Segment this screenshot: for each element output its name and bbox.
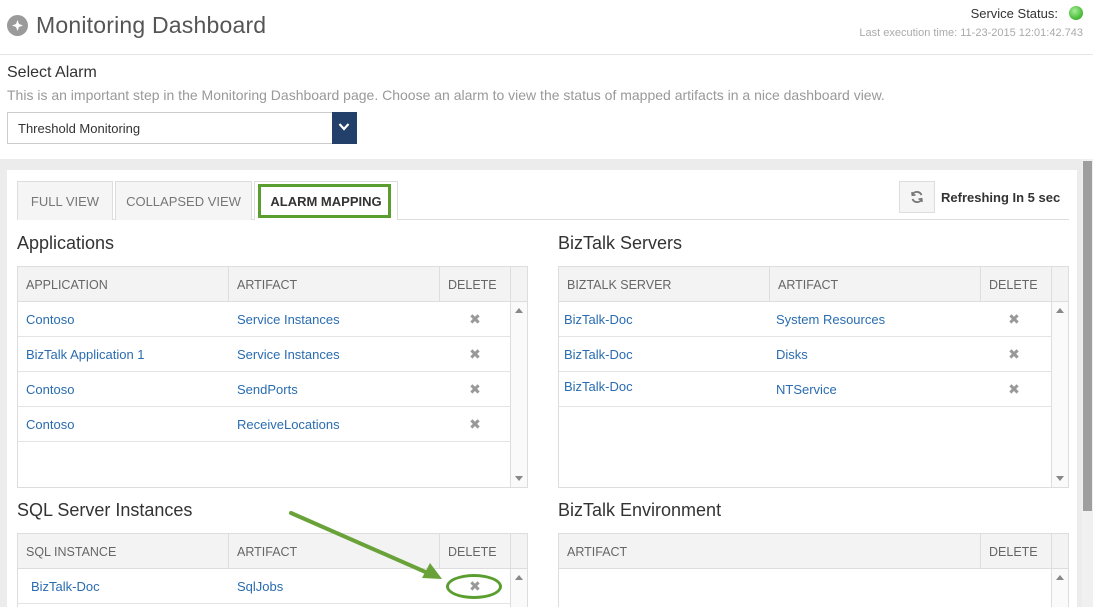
scroll-down-icon[interactable] [515,476,523,481]
app-logo-icon [7,15,28,36]
table-row: BizTalk-Doc NTService ✖ [559,372,1052,407]
column-header-artifact[interactable]: ARTIFACT [229,267,440,302]
application-link[interactable]: Contoso [18,302,74,337]
page-scrollbar-thumb[interactable] [1083,161,1092,511]
applications-grid-scrollbar[interactable] [510,302,527,487]
server-link[interactable]: BizTalk-Doc [556,302,633,337]
artifact-link[interactable]: Disks [768,337,808,372]
artifact-link[interactable]: Service Instances [229,337,340,372]
artifact-link[interactable]: SendPorts [229,372,298,407]
server-link[interactable]: BizTalk-Doc [556,337,633,372]
table-row: Contoso Service Instances ✖ [18,302,511,337]
table-row: Contoso SendPorts ✖ [18,372,511,407]
delete-icon[interactable]: ✖ [979,372,1049,407]
biztalk-environment-grid-header: ARTIFACT DELETE [559,534,1068,569]
biztalk-environment-grid-scrollbar[interactable] [1051,569,1068,607]
sql-instances-grid-scrollbar[interactable] [510,569,527,607]
page-header: Monitoring Dashboard Service Status: Las… [0,0,1093,55]
scroll-down-icon[interactable] [1056,476,1064,481]
artifact-link[interactable]: Service Instances [229,302,340,337]
last-execution-time: Last execution time: 11-23-2015 12:01:42… [859,27,1083,39]
sql-instances-grid-header: SQL INSTANCE ARTIFACT DELETE [18,534,527,569]
applications-grid: APPLICATION ARTIFACT DELETE Contoso Serv… [17,266,528,488]
sql-instance-link[interactable]: BizTalk-Doc [23,569,100,604]
application-link[interactable]: Contoso [18,372,74,407]
delete-icon[interactable]: ✖ [440,372,510,407]
delete-icon[interactable]: ✖ [979,337,1049,372]
tab-full-view[interactable]: FULL VIEW [17,181,113,220]
applications-grid-header: APPLICATION ARTIFACT DELETE [18,267,527,302]
tab-highlight-annotation [258,184,391,218]
sql-instances-title: SQL Server Instances [17,500,193,520]
table-row: BizTalk Application 1 Service Instances … [18,337,511,372]
page-title: Monitoring Dashboard [36,12,267,38]
service-status-label: Service Status: [970,6,1058,21]
biztalk-servers-grid-scrollbar[interactable] [1051,302,1068,487]
scroll-up-icon[interactable] [1056,308,1064,313]
applications-title: Applications [17,233,115,253]
refresh-button[interactable] [899,181,935,213]
scroll-up-icon[interactable] [1056,575,1064,580]
dropdown-toggle-button[interactable] [332,112,357,144]
column-header-delete: DELETE [981,267,1052,302]
column-header-delete: DELETE [440,534,511,569]
table-row: BizTalk-Doc SqlJobs ✖ [18,569,511,604]
refresh-countdown: Refreshing In 5 sec [941,190,1061,205]
sql-instances-grid: SQL INSTANCE ARTIFACT DELETE BizTalk-Doc… [17,533,528,607]
delete-highlight-annotation [446,574,502,599]
service-status-indicator-icon [1069,6,1083,20]
artifact-link[interactable]: SqlJobs [229,569,283,604]
column-header-sql-instance[interactable]: SQL INSTANCE [18,534,229,569]
select-alarm-heading: Select Alarm [7,64,97,81]
artifact-link[interactable]: ReceiveLocations [229,407,340,442]
application-link[interactable]: Contoso [18,407,74,442]
biztalk-servers-grid: BIZTALK SERVER ARTIFACT DELETE BizTalk-D… [558,266,1069,488]
delete-icon[interactable]: ✖ [440,407,510,442]
alarm-select-value: Threshold Monitoring [18,121,141,136]
column-header-artifact[interactable]: ARTIFACT [559,534,981,569]
refresh-icon [911,191,923,203]
scroll-up-icon[interactable] [515,308,523,313]
biztalk-environment-grid: ARTIFACT DELETE [558,533,1069,607]
column-header-biztalk-server[interactable]: BIZTALK SERVER [559,267,770,302]
chevron-down-icon [338,123,350,131]
column-header-artifact[interactable]: ARTIFACT [770,267,981,302]
artifact-link[interactable]: NTService [768,372,837,407]
column-header-application[interactable]: APPLICATION [18,267,229,302]
application-link[interactable]: BizTalk Application 1 [18,337,145,372]
delete-icon[interactable]: ✖ [979,302,1049,337]
server-link[interactable]: BizTalk-Doc [556,369,633,404]
table-row: Contoso ReceiveLocations ✖ [18,407,511,442]
table-row: BizTalk-Doc Disks ✖ [559,337,1052,372]
biztalk-servers-title: BizTalk Servers [558,233,683,253]
column-header-delete: DELETE [440,267,511,302]
scroll-up-icon[interactable] [515,575,523,580]
biztalk-servers-grid-header: BIZTALK SERVER ARTIFACT DELETE [559,267,1068,302]
delete-icon[interactable]: ✖ [440,302,510,337]
delete-icon[interactable]: ✖ [440,337,510,372]
column-header-artifact[interactable]: ARTIFACT [229,534,440,569]
page-scrollbar[interactable] [1082,159,1093,607]
tab-collapsed-view[interactable]: COLLAPSED VIEW [115,181,252,220]
biztalk-environment-title: BizTalk Environment [558,500,722,520]
select-alarm-description: This is an important step in the Monitor… [7,87,885,103]
table-row: BizTalk-Doc System Resources ✖ [559,302,1052,337]
artifact-link[interactable]: System Resources [768,302,885,337]
alarm-select-dropdown[interactable]: Threshold Monitoring [7,112,357,144]
column-header-delete: DELETE [981,534,1052,569]
